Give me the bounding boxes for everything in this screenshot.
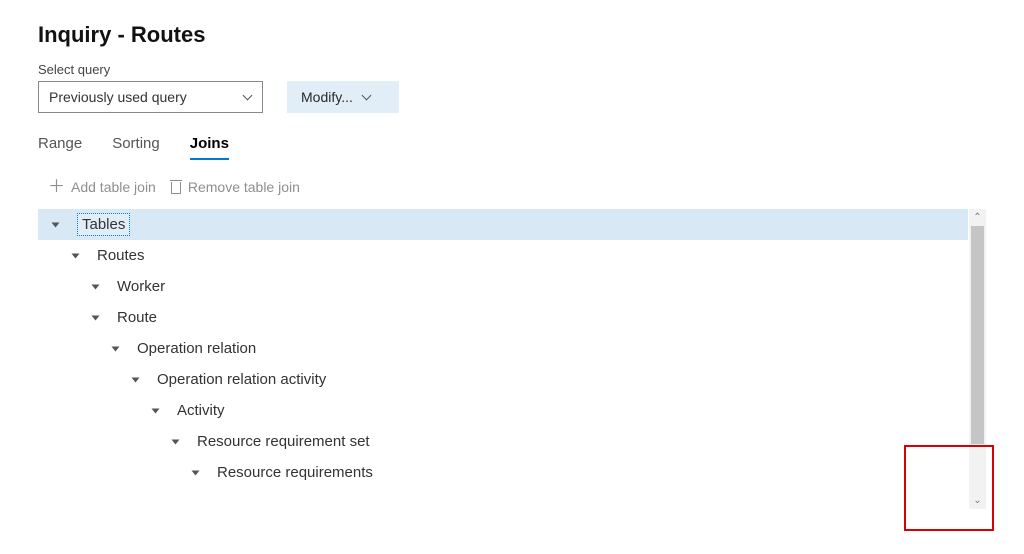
tab-joins[interactable]: Joins <box>190 135 229 160</box>
tree-scrollbar[interactable]: ⌃ ⌄ <box>969 209 986 509</box>
caret-icon[interactable] <box>132 374 143 385</box>
select-query-value: Previously used query <box>49 89 187 105</box>
caret-icon[interactable] <box>152 405 163 416</box>
tree-node-resource-requirement-set[interactable]: Resource requirement set <box>38 426 968 457</box>
chevron-down-icon <box>361 91 373 103</box>
caret-icon[interactable] <box>92 281 103 292</box>
caret-icon[interactable] <box>92 312 103 323</box>
select-query-label: Select query <box>38 62 986 77</box>
tree-node-label: Operation relation activity <box>157 371 326 388</box>
tree-node-label: Routes <box>97 247 145 264</box>
modify-button[interactable]: Modify... <box>287 81 399 113</box>
joins-tree: Tables Routes Worker Route Operation rel… <box>38 209 968 509</box>
tree-node-label: Resource requirements <box>217 464 373 481</box>
modify-button-label: Modify... <box>301 89 353 105</box>
add-table-join-label: Add table join <box>71 179 156 195</box>
caret-icon[interactable] <box>52 219 63 230</box>
trash-icon <box>170 180 182 194</box>
tree-node-label: Resource requirement set <box>197 433 370 450</box>
remove-table-join-button[interactable]: Remove table join <box>170 178 300 195</box>
plus-icon: ＋ <box>48 178 65 195</box>
scroll-thumb[interactable] <box>971 226 984 444</box>
scroll-down-button[interactable]: ⌄ <box>969 492 986 509</box>
scroll-up-button[interactable]: ⌃ <box>969 209 986 226</box>
tree-node-tables[interactable]: Tables <box>38 209 968 240</box>
caret-icon[interactable] <box>192 467 203 478</box>
tree-node-worker[interactable]: Worker <box>38 271 968 302</box>
chevron-down-icon <box>242 91 254 103</box>
tab-sorting[interactable]: Sorting <box>112 135 160 160</box>
select-query-dropdown[interactable]: Previously used query <box>38 81 263 113</box>
tree-node-resource-requirements[interactable]: Resource requirements <box>38 457 968 488</box>
tree-node-label: Tables <box>77 213 130 236</box>
tree-node-operation-relation[interactable]: Operation relation <box>38 333 968 364</box>
tree-node-route[interactable]: Route <box>38 302 968 333</box>
remove-table-join-label: Remove table join <box>188 179 300 195</box>
tree-node-routes[interactable]: Routes <box>38 240 968 271</box>
add-table-join-button[interactable]: ＋ Add table join <box>48 178 156 195</box>
tree-node-operation-relation-activity[interactable]: Operation relation activity <box>38 364 968 395</box>
tree-node-label: Worker <box>117 278 165 295</box>
tree-node-label: Activity <box>177 402 225 419</box>
caret-icon[interactable] <box>172 436 183 447</box>
tree-node-label: Route <box>117 309 157 326</box>
tree-node-label: Operation relation <box>137 340 256 357</box>
caret-icon[interactable] <box>72 250 83 261</box>
scroll-track[interactable] <box>969 226 986 492</box>
tab-bar: Range Sorting Joins <box>38 135 986 160</box>
page-title: Inquiry - Routes <box>38 22 986 48</box>
tree-node-activity[interactable]: Activity <box>38 395 968 426</box>
caret-icon[interactable] <box>112 343 123 354</box>
tab-range[interactable]: Range <box>38 135 82 160</box>
